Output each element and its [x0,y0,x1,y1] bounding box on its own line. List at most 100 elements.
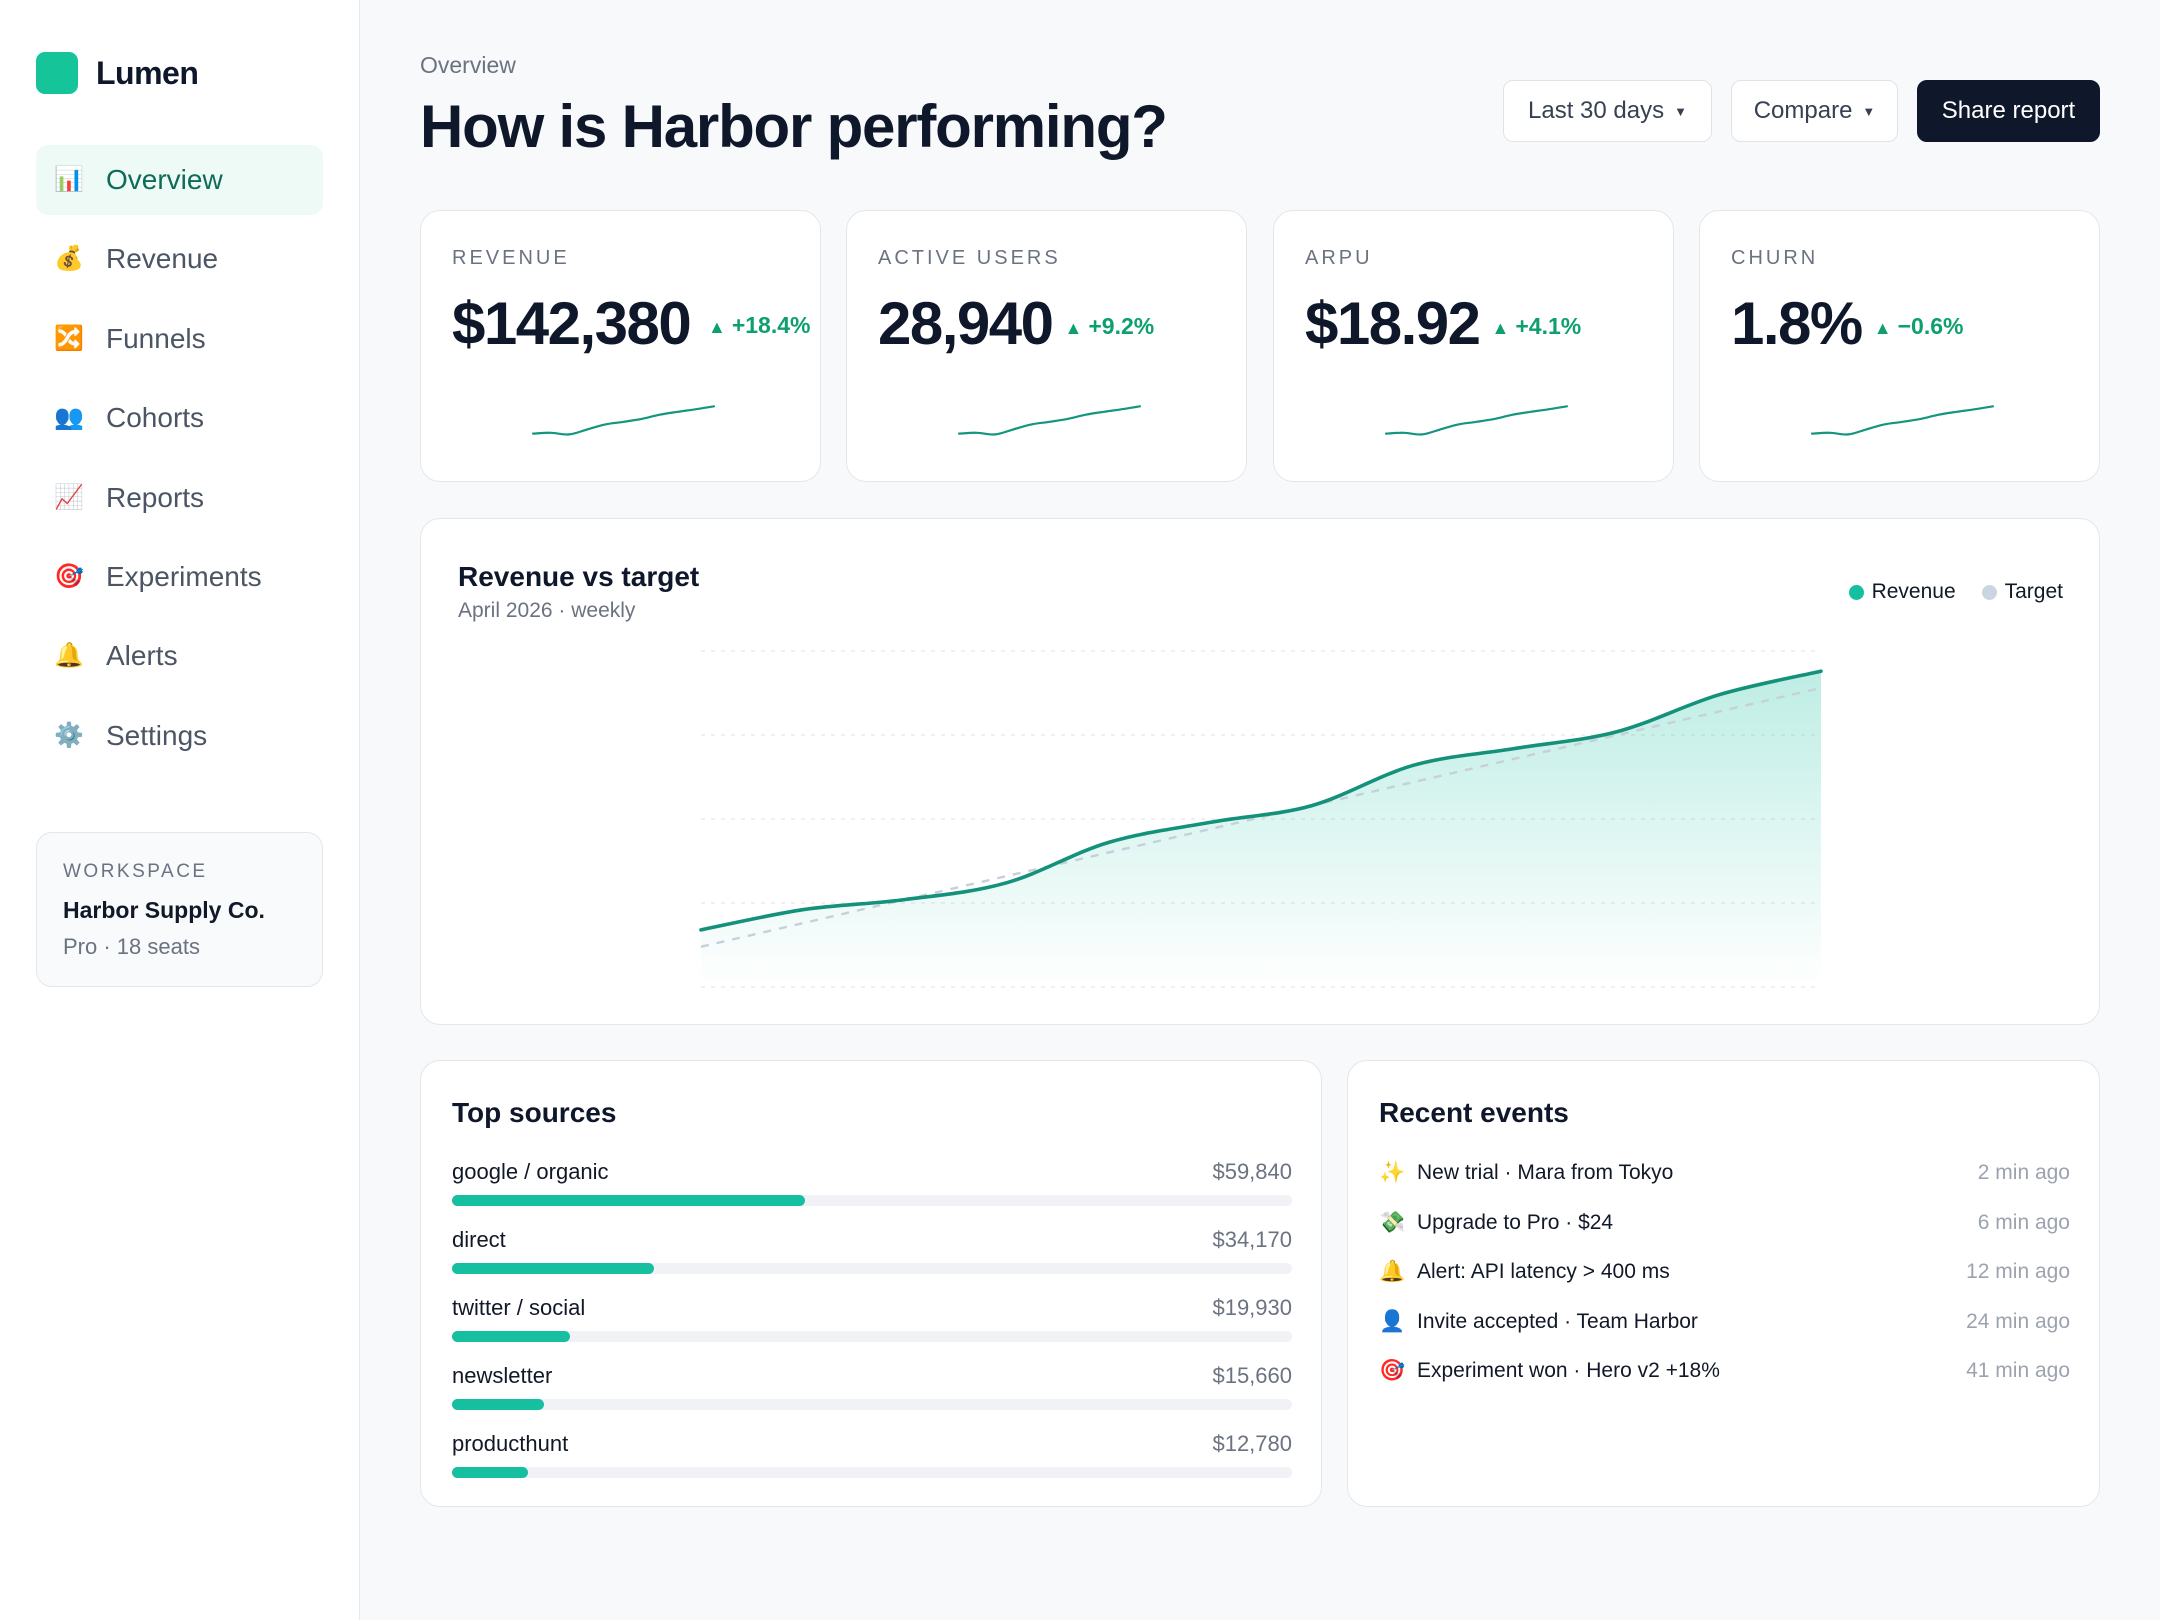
event-row[interactable]: 👤 Invite accepted · Team Harbor 24 min ago [1379,1308,2070,1358]
sidebar-item-label: Funnels [106,322,206,354]
kpi-delta: ▲ −0.6% [1874,313,1964,340]
revenue-point [798,905,808,915]
revenue-chart-card: Revenue vs target April 2026 · weekly Re… [420,518,2100,1025]
brand[interactable]: Lumen [36,52,199,94]
chart-subtitle: April 2026 · weekly [458,599,636,622]
source-value: $12,780 [1212,1431,1292,1456]
kpi-delta-value: +18.4% [731,312,811,338]
legend-dot-revenue [1848,584,1864,600]
sidebar-item-experiments[interactable]: 🎯 Experiments [36,542,323,612]
source-bar-fill [452,1263,654,1274]
event-row[interactable]: 🔔 Alert: API latency > 400 ms 12 min ago [1379,1258,2070,1308]
source-row[interactable]: google / organic $59,840 [452,1159,1292,1227]
sidebar-item-revenue[interactable]: 💰 Revenue [36,224,323,294]
source-bar-track [452,1263,1292,1274]
event-row[interactable]: 💸 Upgrade to Pro · $24 6 min ago [1379,1209,2070,1259]
users-icon: 👥 [54,404,84,432]
sparkline-line [1810,405,1995,436]
chart-title: Revenue vs target [458,561,700,592]
kpi-delta: ▲ +4.1% [1492,313,1582,340]
source-row[interactable]: producthunt $12,780 [452,1431,1292,1499]
recent-events-title: Recent events [1379,1097,1569,1128]
page-title: How is Harbor performing? [420,93,1168,160]
share-report-button[interactable]: Share report [1917,80,2100,142]
workspace-card[interactable]: WORKSPACE Harbor Supply Co. Pro · 18 sea… [36,832,323,987]
sidebar-item-alerts[interactable]: 🔔 Alerts [36,621,323,691]
kpi-delta-value: +4.1% [1515,313,1582,339]
kpi-label: CHURN [1731,247,1819,269]
revenue-point [1511,743,1521,753]
source-bar-track [452,1195,1292,1206]
kpi-value: 28,940 [878,290,1054,357]
source-bar-track [452,1467,1292,1478]
sidebar-item-settings[interactable]: ⚙️ Settings [36,701,323,771]
kpi-delta: ▲ +18.4% [708,307,810,345]
chevron-down-icon: ▼ [1674,103,1687,119]
event-row[interactable]: ✨ New trial · Mara from Tokyo 2 min ago [1379,1159,2070,1209]
sidebar-item-funnels[interactable]: 🔀 Funnels [36,304,323,374]
gear-icon: ⚙️ [54,721,84,749]
source-name: producthunt [452,1431,569,1456]
kpi-sparkline [1384,405,1569,436]
money-bag-icon: 💰 [54,245,84,273]
revenue-point [1001,878,1011,888]
sidebar-item-label: Cohorts [106,402,205,434]
source-bar-track [452,1399,1292,1410]
legend-item-revenue[interactable]: Revenue [1848,580,1956,604]
kpi-card-revenue[interactable]: REVENUE $142,380 ▲ +18.4% [420,210,821,482]
top-sources-card: Top sources google / organic $59,840 direc… [420,1060,1322,1507]
kpi-sparkline [957,405,1142,436]
sidebar-nav: 📊 Overview 💰 Revenue 🔀 Funnels 👥 Cohorts 📈 Report… [36,145,323,780]
source-name: google / organic [452,1159,609,1184]
event-time: 41 min ago [1966,1359,2070,1383]
revenue-point [1409,760,1419,770]
trend-chart-icon: 📈 [54,483,84,511]
revenue-point [1103,838,1113,848]
kpi-value: $142,380 [452,290,692,357]
revenue-point [1714,690,1724,700]
source-row[interactable]: direct $34,170 [452,1227,1292,1295]
event-time: 24 min ago [1966,1309,2070,1333]
kpi-label: REVENUE [452,247,570,269]
sidebar-item-label: Settings [106,719,208,751]
event-text: Upgrade to Pro · $24 [1417,1210,1614,1234]
date-range-label: Last 30 days [1528,97,1665,124]
bar-chart-icon: 📊 [54,166,84,193]
event-row[interactable]: 🎯 Experiment won · Hero v2 +18% 41 min ago [1379,1357,2070,1407]
kpi-sparkline [1810,405,1995,436]
kpi-label: ARPU [1305,247,1373,269]
source-name: newsletter [452,1363,553,1388]
sidebar-item-reports[interactable]: 📈 Reports [36,463,323,533]
sparkline-line [531,405,716,436]
source-name: direct [452,1227,506,1252]
revenue-point [1205,817,1215,827]
trend-up-icon: ▲ [1064,318,1083,338]
source-bar-fill [452,1467,528,1478]
date-range-dropdown[interactable]: Last 30 days ▼ [1503,80,1712,142]
legend-item-target[interactable]: Target [1981,580,2063,604]
kpi-value: $18.92 [1305,290,1481,357]
bell-icon: 🔔 [54,642,84,670]
source-value: $34,170 [1212,1227,1292,1252]
sidebar-item-cohorts[interactable]: 👥 Cohorts [36,383,323,453]
sidebar-item-overview[interactable]: 📊 Overview [36,145,323,215]
compare-dropdown[interactable]: Compare ▼ [1731,80,1898,142]
trend-up-icon: ▲ [1491,318,1510,338]
source-row[interactable]: newsletter $15,660 [452,1363,1292,1431]
trend-up-icon: ▲ [708,317,726,337]
kpi-card-arpu[interactable]: ARPU $18.92 ▲ +4.1% [1273,210,1674,482]
kpi-delta: ▲ +9.2% [1065,313,1155,340]
revenue-point [696,925,706,935]
event-text: Experiment won · Hero v2 +18% [1417,1359,1720,1383]
kpi-sparkline [531,405,716,436]
target-icon: 🎯 [1379,1359,1406,1383]
compare-label: Compare [1753,97,1853,124]
source-bar-track [452,1331,1292,1342]
revenue-point [1307,801,1317,811]
event-text: New trial · Mara from Tokyo [1417,1161,1674,1184]
kpi-card-active-users[interactable]: ACTIVE USERS 28,940 ▲ +9.2% [846,210,1247,482]
legend-label-revenue: Revenue [1871,580,1956,603]
source-bar-fill [452,1195,805,1206]
source-row[interactable]: twitter / social $19,930 [452,1295,1292,1363]
kpi-card-churn[interactable]: CHURN 1.8% ▲ −0.6% [1699,210,2100,482]
